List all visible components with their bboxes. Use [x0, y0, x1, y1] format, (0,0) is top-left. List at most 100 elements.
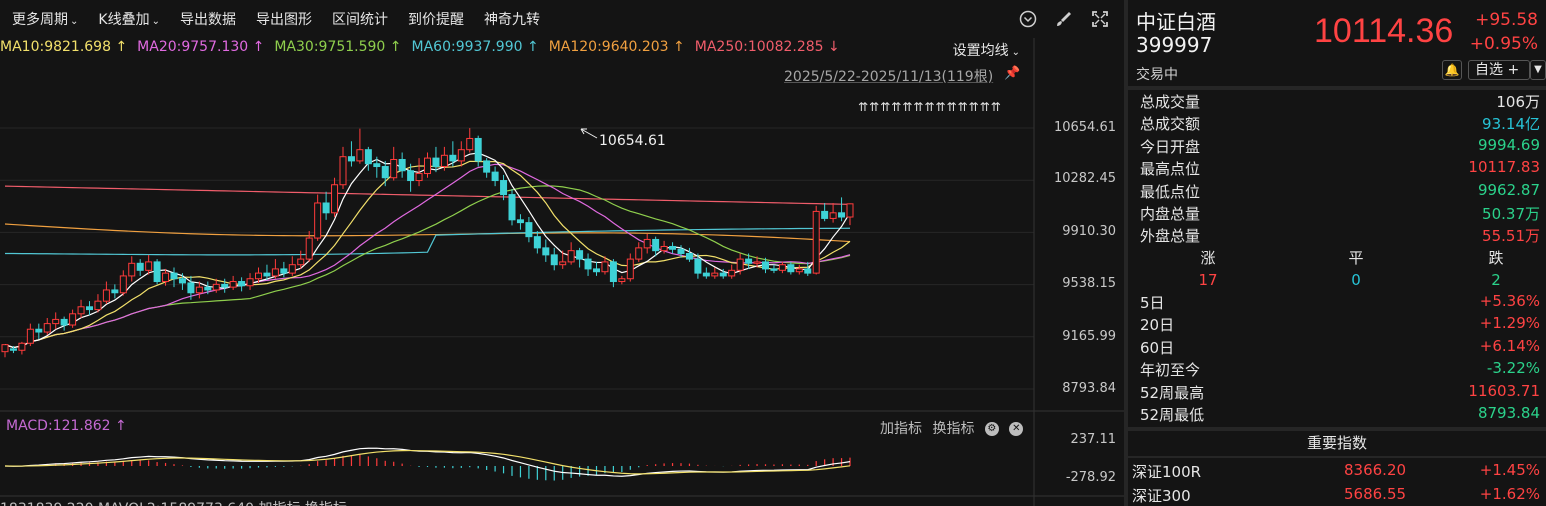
add-watchlist-button[interactable]: 自选 + [1468, 60, 1530, 80]
caret-down-icon[interactable]: ▼ [1530, 60, 1546, 80]
candle-body [821, 210, 829, 219]
key-indices-title: 重要指数 [1306, 434, 1367, 452]
advance-count: 17 [1198, 271, 1218, 289]
index-row-name: 深证300 [1132, 487, 1191, 505]
divider [1128, 427, 1546, 431]
candle-body [271, 268, 279, 277]
stat-value: 106万 [1496, 93, 1540, 111]
candle-body [35, 328, 43, 333]
candles [1, 128, 854, 358]
bell-icon[interactable]: 🔔 [1442, 60, 1462, 80]
candle-body [846, 203, 854, 218]
candle-body [736, 258, 744, 271]
candle-body [449, 154, 457, 162]
candle-body [18, 342, 26, 351]
candle-body [745, 258, 753, 264]
stat-row: 外盘总量 55.51万 [1140, 225, 1544, 247]
candle-body [415, 173, 423, 182]
candle-body [69, 313, 77, 326]
candle-body [550, 254, 558, 266]
macd-plot [4, 447, 851, 481]
candle-body [542, 247, 550, 256]
candle-body [52, 318, 60, 325]
index-row[interactable]: 深证100R 8366.20 +1.45% [1132, 461, 1544, 483]
stat-row: 最高点位 10117.83 [1140, 158, 1544, 180]
period-label: 年初至今 [1140, 361, 1201, 380]
candle-body [660, 245, 668, 252]
period-label: 52周最高 [1140, 383, 1205, 402]
candle-body [136, 262, 144, 271]
candle-body [719, 272, 727, 277]
candle-body [609, 261, 617, 283]
peak-price-label: 10654.61 [599, 133, 666, 149]
candle-body [170, 272, 178, 280]
macd-value: MACD:121.862 [6, 418, 111, 434]
price-gridlines [0, 127, 1034, 390]
candle-body [187, 282, 195, 294]
candle-body [559, 261, 567, 266]
candle-body [711, 272, 719, 277]
price-axis-tick: 9165.99 [1062, 329, 1116, 344]
candle-body [795, 268, 803, 273]
price-axis-tick: 10654.61 [1053, 120, 1116, 135]
index-row-price: 5686.55 [1344, 485, 1407, 503]
candle-body [297, 258, 305, 266]
volume-header-cut: 1831839.220 MAVOL2:1589773.640 加指标 换指标 [0, 498, 1034, 506]
candle-body [483, 160, 491, 173]
period-value: +1.29% [1479, 314, 1540, 333]
ma-lines [4, 152, 851, 349]
price-axis-tick: 9910.30 [1062, 224, 1116, 239]
period-label: 52周最低 [1140, 406, 1205, 424]
decline-count: 2 [1491, 271, 1501, 289]
stat-value: 50.37万 [1482, 205, 1540, 223]
candle-body [601, 261, 609, 273]
close-icon[interactable]: ✕ [1009, 422, 1024, 436]
period-value: +5.36% [1479, 292, 1540, 310]
candle-body [770, 268, 778, 271]
stat-label: 最高点位 [1140, 160, 1201, 179]
candle-body [533, 236, 541, 249]
candle-body [145, 261, 153, 271]
switch-indicator-button[interactable]: 换指标 [932, 421, 974, 437]
candle-body [812, 210, 820, 274]
divider [1128, 86, 1546, 90]
macd-header: MACD:121.862 ↑ 加指标 换指标 ⚙ ✕ [0, 418, 1034, 438]
index-row-change: +1.62% [1479, 485, 1540, 503]
candle-body [195, 286, 203, 294]
candle-body [255, 272, 262, 280]
candle-body [685, 252, 693, 260]
candle-body [94, 300, 102, 311]
price-change: +95.58 [1475, 10, 1538, 30]
candle-body [440, 154, 448, 168]
candle-body [753, 261, 761, 264]
gear-icon[interactable]: ⚙ [984, 422, 999, 436]
macd-tools: 加指标 换指标 ⚙ ✕ [880, 418, 1029, 438]
index-row-change: +1.45% [1479, 461, 1540, 479]
candle-body [111, 289, 119, 294]
period-row: 年初至今 -3.22% [1140, 359, 1544, 381]
ma20-line [4, 163, 851, 349]
candle-body [153, 261, 161, 283]
add-indicator-button[interactable]: 加指标 [880, 421, 922, 437]
candle-body [516, 219, 524, 224]
period-label: 20日 [1140, 316, 1175, 335]
period-value: -3.22% [1486, 359, 1540, 378]
candle-body [331, 184, 339, 214]
stat-row: 内盘总量 50.37万 [1140, 203, 1544, 225]
candle-body [229, 281, 237, 288]
candle-body [652, 238, 660, 252]
candle-body [9, 348, 17, 351]
stat-value: 9994.69 [1477, 135, 1540, 154]
candle-body [694, 258, 702, 274]
index-row[interactable]: 深证300 5686.55 +1.62% [1132, 485, 1544, 506]
stat-label: 总成交额 [1140, 115, 1201, 134]
candle-body [280, 268, 288, 274]
last-price: 10114.36 [1314, 12, 1454, 50]
candle-body [373, 163, 381, 168]
candle-body [508, 194, 516, 221]
ma5-line [4, 152, 851, 349]
period-row: 52周最低 8793.84 [1140, 404, 1544, 426]
flat-label: 平 [1348, 249, 1364, 267]
stat-value: 55.51万 [1482, 227, 1540, 246]
macd-title[interactable]: MACD:121.862 ↑ [6, 418, 127, 434]
